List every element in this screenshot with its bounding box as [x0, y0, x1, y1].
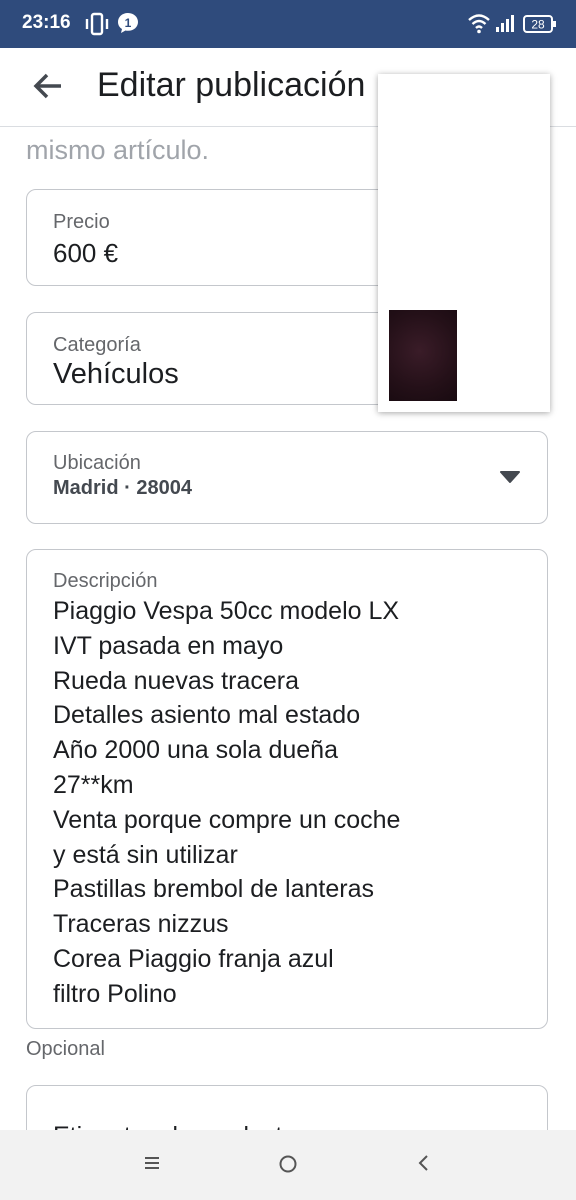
arrow-left-icon[interactable]	[28, 68, 68, 104]
description-line: 27**km	[53, 770, 134, 799]
description-line: Corea Piaggio franja azul	[53, 944, 334, 973]
battery-icon: 28	[523, 15, 556, 33]
image-preview-popup[interactable]	[378, 74, 550, 412]
menu-icon[interactable]	[142, 1153, 162, 1173]
tags-label: Etiquetas de producto	[53, 1122, 296, 1130]
battery-level: 28	[531, 18, 545, 32]
description-line: Piaggio Vespa 50cc modelo LX	[53, 597, 400, 625]
home-circle-icon[interactable]	[277, 1153, 299, 1175]
price-value[interactable]: 600 €	[53, 238, 118, 269]
caret-down-icon[interactable]	[499, 470, 521, 484]
photo-thumbnail[interactable]	[389, 310, 457, 401]
category-label: Categoría	[53, 334, 141, 356]
signal-icon	[496, 15, 514, 32]
description-line: Detalles asiento mal estado	[53, 701, 361, 730]
description-line: Año 2000 una sola dueña	[53, 736, 338, 765]
description-line: IVT pasada en mayo	[53, 631, 284, 660]
optional-helper-text: Opcional	[26, 1038, 105, 1060]
description-line: y está sin utilizar	[53, 840, 238, 869]
description-text[interactable]: Piaggio Vespa 50cc modelo LX IVT pasada …	[53, 594, 400, 1012]
description-line: Pastillas brembol de lanteras	[53, 875, 374, 904]
vibrate-icon	[85, 12, 109, 36]
location-value[interactable]: Madrid · 28004	[53, 477, 192, 500]
description-line: Traceras nizzus	[53, 910, 229, 939]
description-line: Venta porque compre un coche	[53, 805, 401, 834]
system-nav-bar	[0, 1130, 576, 1200]
description-field[interactable]: Descripción Piaggio Vespa 50cc modelo LX…	[26, 549, 548, 1029]
tags-field[interactable]: Etiquetas de producto	[26, 1085, 548, 1130]
description-line: filtro Polino	[53, 979, 177, 1008]
location-field[interactable]: Ubicación Madrid · 28004	[26, 431, 548, 524]
location-label: Ubicación	[53, 452, 141, 474]
status-bar: 23:16 1 28	[0, 0, 576, 48]
page-title: Editar publicación	[97, 66, 366, 104]
form-hint: mismo artículo.	[26, 135, 210, 165]
back-chevron-icon[interactable]	[414, 1153, 434, 1173]
description-line: Rueda nuevas tracera	[53, 666, 299, 695]
svg-text:1: 1	[125, 16, 132, 30]
status-time: 23:16	[22, 12, 71, 33]
price-label: Precio	[53, 211, 110, 233]
message-notification-icon: 1	[118, 13, 138, 33]
description-label: Descripción	[53, 570, 158, 592]
wifi-icon	[468, 14, 490, 34]
category-value[interactable]: Vehículos	[53, 358, 179, 391]
